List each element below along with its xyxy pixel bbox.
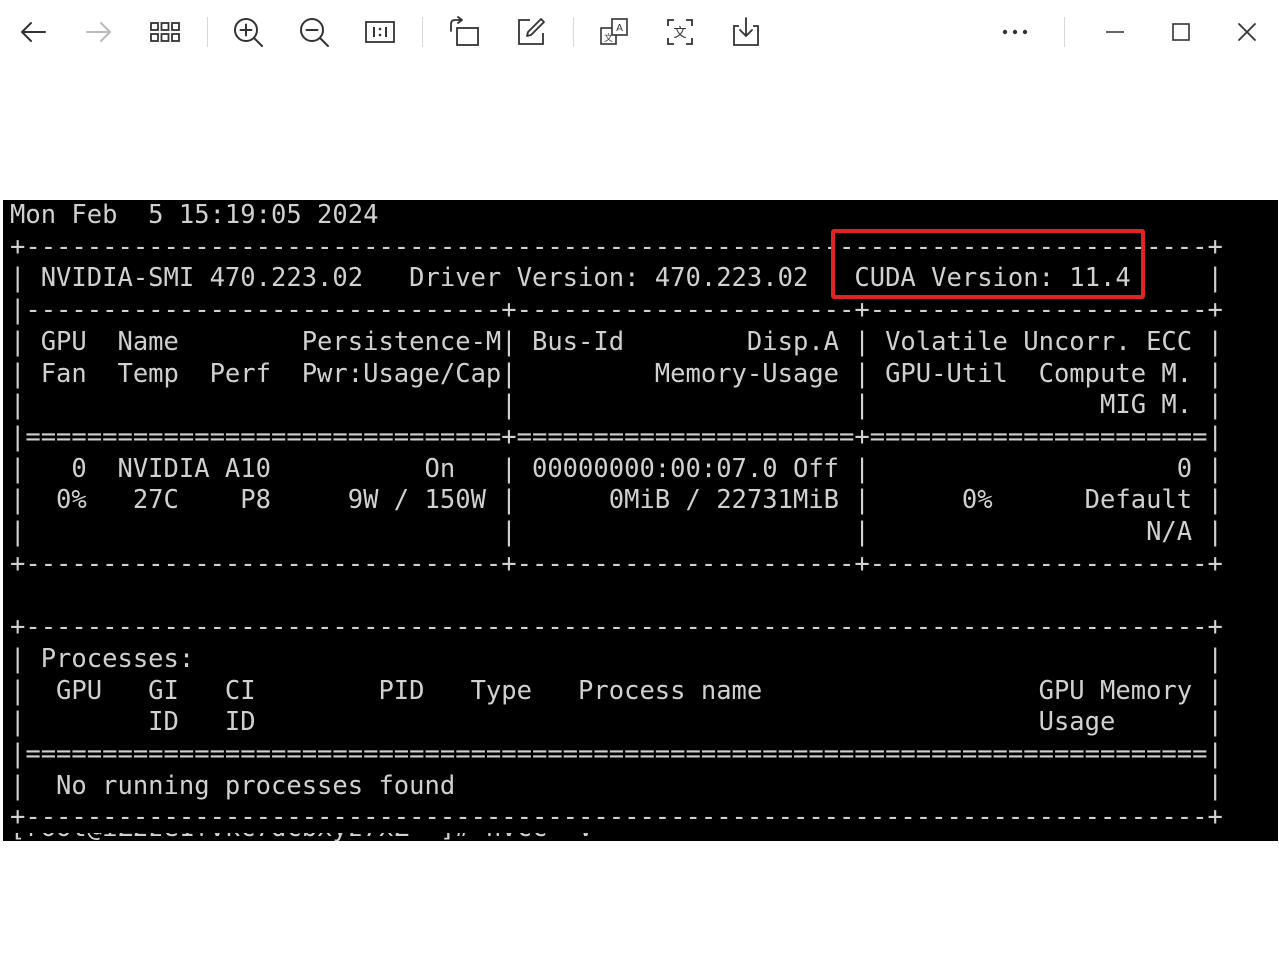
terminal-line: | | | MIG M. | [10,390,1223,421]
terminal-line: | GPU Name Persistence-M| Bus-Id Disp.A … [10,326,1223,357]
toolbar-separator [1064,17,1065,47]
close-icon [1238,23,1256,41]
actual-size-button[interactable] [360,12,400,52]
terminal-line: | Fan Temp Perf Pwr:Usage/Cap| Memory-Us… [10,358,1223,389]
minimize-icon [1106,31,1124,33]
terminal-line: | 0 NVIDIA A10 On | 00000000:00:07.0 Off… [10,453,1223,484]
terminal-line: +---------------------------------------… [10,612,1223,643]
toolbar-separator [422,17,423,47]
terminal-line: +---------------------------------------… [10,802,1223,833]
svg-text:文: 文 [673,26,686,41]
zoom-in-icon [234,18,263,47]
back-icon [21,22,46,42]
zoom-out-icon [300,18,329,47]
maximize-icon [1172,23,1190,41]
translate-button[interactable]: A文 [594,12,634,52]
translate-icon: A文 [600,18,628,45]
grid-view-icon [150,22,180,42]
ocr-icon: 文 [667,19,693,45]
toolbar-separator [207,17,208,47]
viewer-toolbar: A文 文 [0,0,1279,66]
rotate-button[interactable] [444,12,484,52]
edit-icon [518,18,545,45]
cuda-version-highlight-box [831,229,1145,299]
terminal-line: | ID ID Usage | [10,707,1223,738]
forward-icon [86,22,111,42]
terminal-line: | | | N/A | [10,517,1223,548]
forward-button[interactable] [79,12,119,52]
terminal-line: | Processes: | [10,643,1223,674]
terminal-line: |===============================+=======… [10,421,1223,452]
terminal-cut-line: [root@iZ2ze1fvkc7dcbxyz7xZ ~]# nvcc -V [3,833,1278,841]
extract-text-button[interactable]: 文 [660,12,700,52]
minimize-button[interactable] [1095,12,1135,52]
zoom-out-button[interactable] [294,12,334,52]
edit-button[interactable] [511,12,551,52]
close-button[interactable] [1227,12,1267,52]
zoom-in-button[interactable] [228,12,268,52]
grid-view-button[interactable] [145,12,185,52]
terminal-line: | 0% 27C P8 9W / 150W | 0MiB / 22731MiB … [10,485,1223,516]
terminal-line: Mon Feb 5 15:19:05 2024 [10,200,379,230]
terminal-line: |=======================================… [10,738,1223,769]
actual-size-icon [365,21,395,43]
terminal-line: | No running processes found | [10,770,1223,801]
terminal-line: | GPU GI CI PID Type Process name GPU Me… [10,675,1223,706]
toolbar-separator [573,17,574,47]
maximize-button[interactable] [1161,12,1201,52]
rotate-icon [450,16,479,46]
terminal-line: |-------------------------------+-------… [10,295,1223,326]
save-icon [733,17,759,46]
svg-text:文: 文 [604,32,613,44]
back-button[interactable] [13,12,53,52]
more-button[interactable] [995,12,1035,52]
terminal-prompt-line: [root@iZ2ze1fvkc7dcbxyz7xZ ~]# nvcc -V [10,833,593,841]
terminal-line: +-------------------------------+-------… [10,548,1223,579]
save-button[interactable] [726,12,766,52]
more-icon [1002,29,1028,35]
svg-text:A: A [616,23,623,34]
